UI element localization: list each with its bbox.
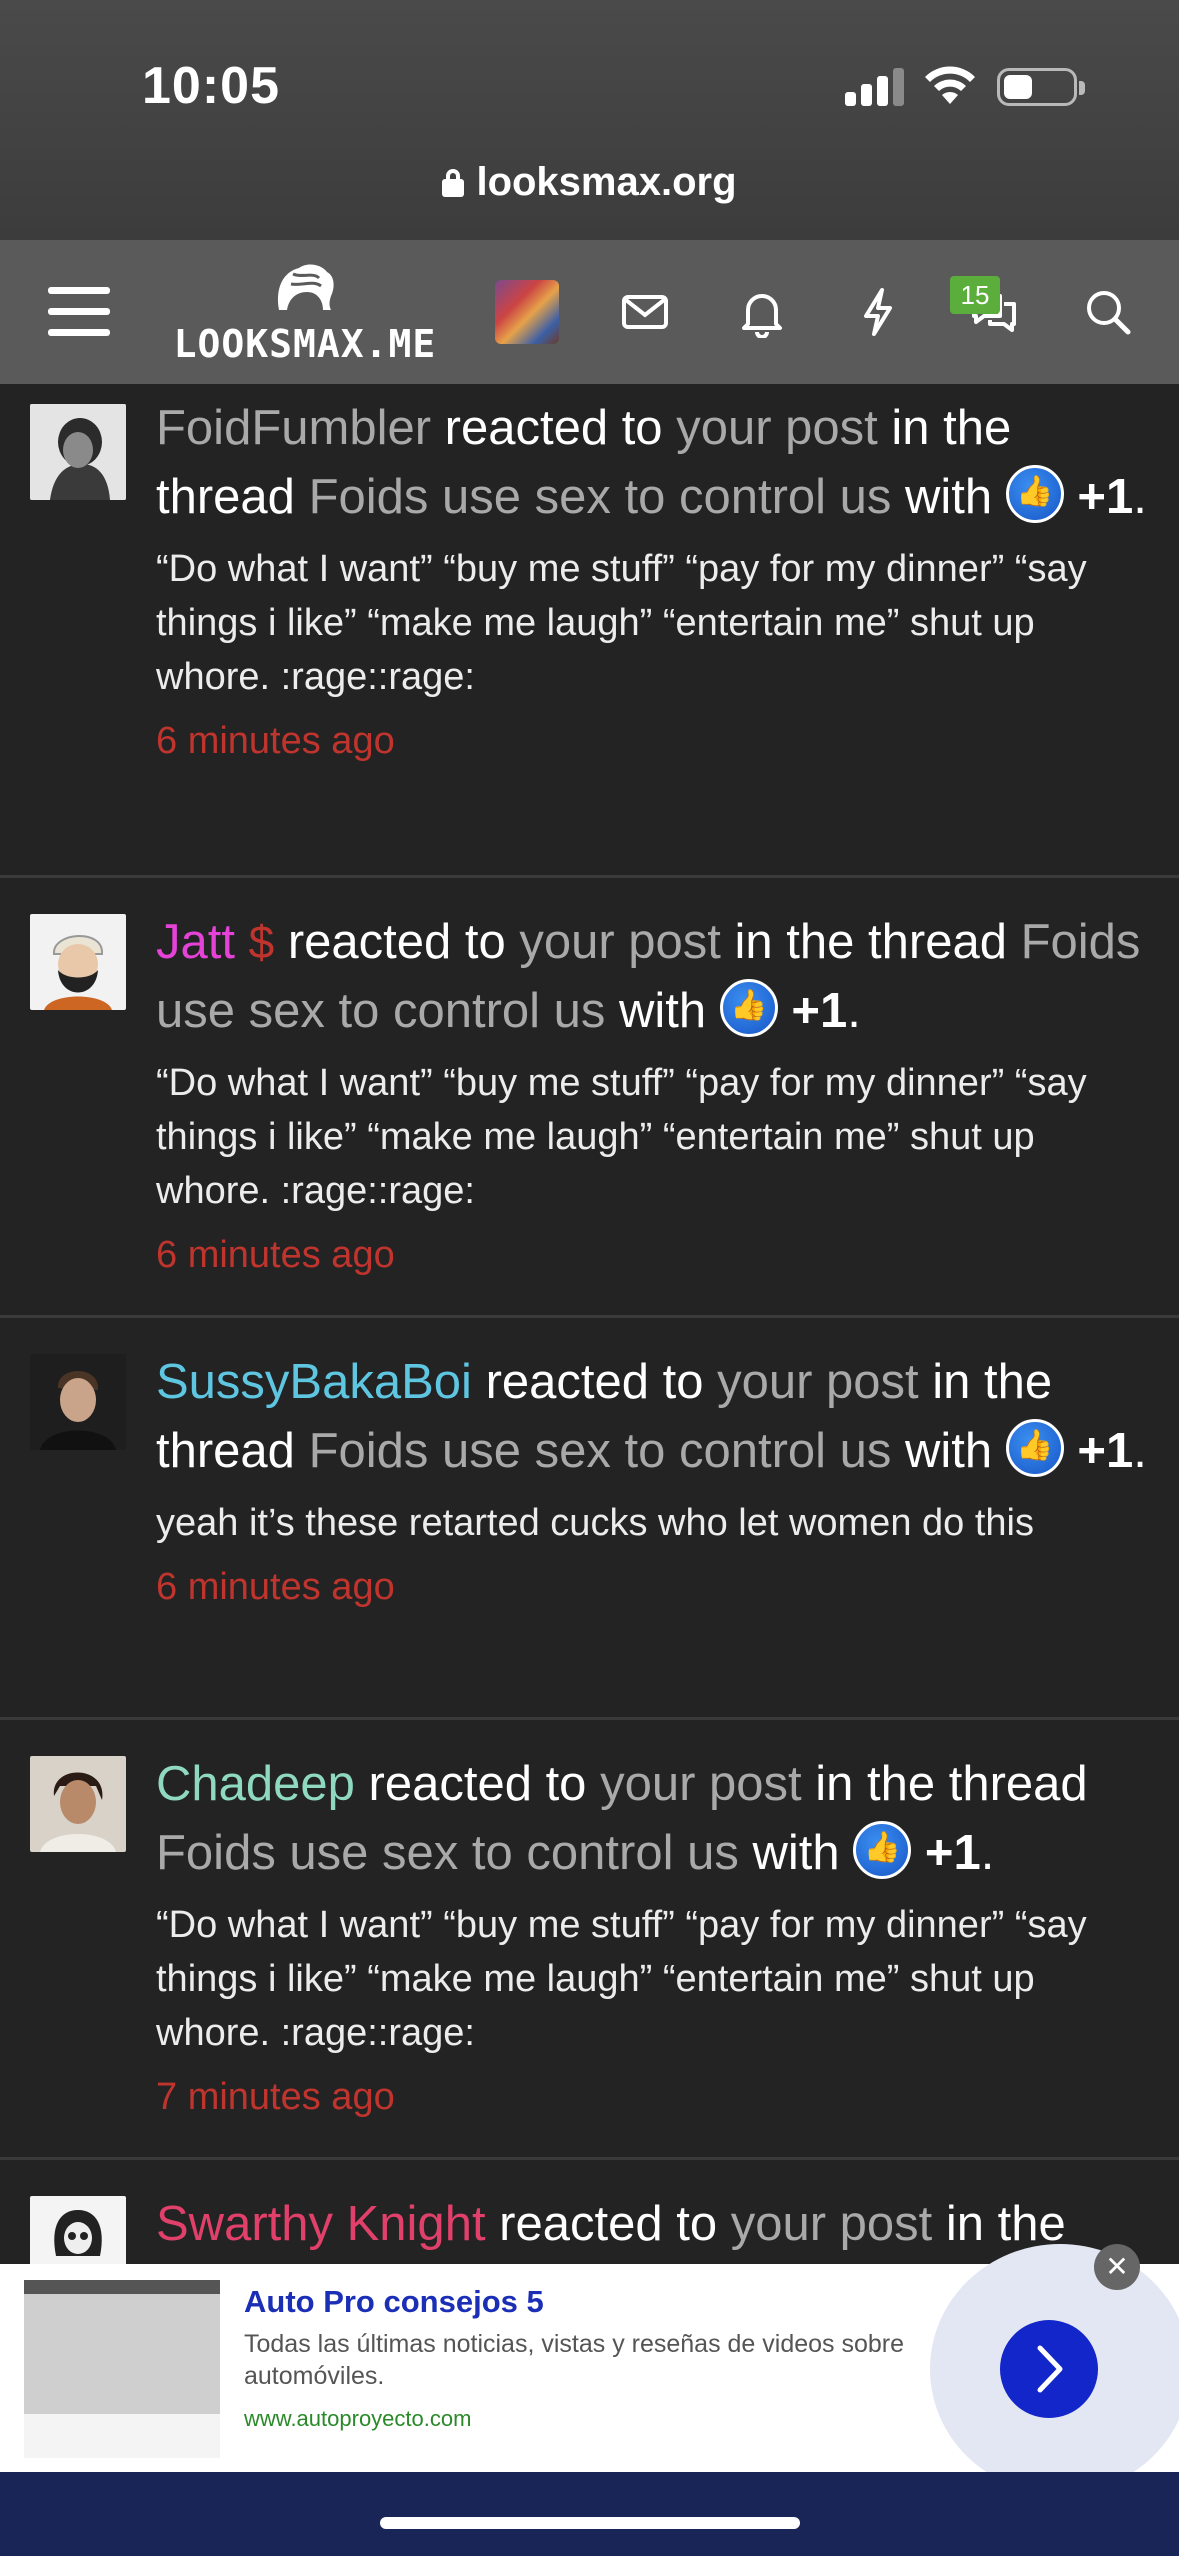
battery-icon (997, 68, 1085, 106)
reaction-label: +1 (1077, 1424, 1134, 1478)
like-reaction-icon (1005, 1419, 1064, 1477)
address-bar[interactable]: looksmax.org (0, 160, 1179, 205)
ad-url[interactable]: www.autoproyecto.com (244, 2406, 471, 2432)
reaction-label: +1 (924, 1826, 981, 1880)
alert-text: Chadeep reacted to your post in the thre… (156, 1750, 1149, 1888)
thread-link[interactable]: Foids use sex to control us (156, 1826, 739, 1880)
like-reaction-icon (719, 979, 778, 1037)
alert-username[interactable]: SussyBakaBoi (156, 1355, 472, 1409)
bottom-bar (0, 2472, 1179, 2556)
thread-link[interactable]: Foids use sex to control us (309, 1424, 892, 1478)
alert-time[interactable]: 6 minutes ago (156, 1560, 1149, 1614)
alert-time[interactable]: 6 minutes ago (156, 1228, 1149, 1282)
reaction-label: +1 (791, 984, 848, 1038)
logo-text: LOOKSMAX.ME (173, 322, 437, 366)
alert-item[interactable]: SussyBakaBoi reacted to your post in the… (0, 1318, 1179, 1720)
alert-text: Jatt $ reacted to your post in the threa… (156, 908, 1149, 1046)
ad-open-button[interactable] (1000, 2320, 1098, 2418)
user-avatar[interactable] (30, 404, 126, 500)
bell-icon[interactable] (736, 286, 788, 338)
site-navbar: LOOKSMAX.ME 15 (0, 240, 1179, 384)
user-avatar[interactable] (30, 1354, 126, 1450)
home-indicator[interactable] (380, 2517, 800, 2529)
your-post-link[interactable]: your post (519, 915, 721, 969)
ad-close-button[interactable]: ✕ (1094, 2244, 1140, 2290)
alert-username[interactable]: Chadeep (156, 1757, 355, 1811)
ad-title[interactable]: Auto Pro consejos 5 (244, 2284, 544, 2320)
search-icon[interactable] (1082, 286, 1134, 338)
alert-snippet: “Do what I want” “buy me stuff” “pay for… (156, 1904, 1087, 2054)
lightning-icon[interactable] (852, 286, 904, 338)
alert-item[interactable]: Chadeep reacted to your post in the thre… (0, 1720, 1179, 2160)
alert-time[interactable]: 7 minutes ago (156, 2070, 1149, 2124)
alert-snippet: “Do what I want” “buy me stuff” “pay for… (156, 548, 1087, 698)
clock: 10:05 (142, 57, 280, 115)
alert-text: FoidFumbler reacted to your post in the … (156, 394, 1149, 532)
alert-item[interactable]: FoidFumbler reacted to your post in the … (0, 384, 1179, 878)
user-avatar[interactable] (30, 1756, 126, 1852)
alerts-list: FoidFumbler reacted to your post in the … (0, 384, 1179, 2360)
alert-snippet: yeah it’s these retarted cucks who let w… (156, 1502, 1034, 1544)
ad-description: Todas las últimas noticias, vistas y res… (244, 2330, 905, 2390)
reaction-label: +1 (1077, 470, 1134, 524)
account-avatar[interactable] (495, 280, 559, 344)
alert-text: SussyBakaBoi reacted to your post in the… (156, 1348, 1149, 1486)
alert-snippet: “Do what I want” “buy me stuff” “pay for… (156, 1062, 1087, 1212)
thread-link[interactable]: Foids use sex to control us (309, 470, 892, 524)
alert-time[interactable]: 6 minutes ago (156, 714, 1149, 768)
alert-username[interactable]: Jatt (156, 915, 235, 969)
supporter-badge: $ (248, 916, 275, 968)
lock-icon (442, 169, 465, 197)
alert-item[interactable]: Jatt $ reacted to your post in the threa… (0, 878, 1179, 1318)
alert-username[interactable]: Swarthy Knight (156, 2197, 486, 2251)
logo-hair-icon (277, 264, 334, 310)
conversations-badge: 15 (950, 276, 1000, 314)
chevron-right-icon (1037, 2345, 1063, 2393)
your-post-link[interactable]: your post (676, 401, 878, 455)
site-logo[interactable]: LOOKSMAX.ME (165, 258, 445, 368)
alert-username[interactable]: FoidFumbler (156, 401, 431, 455)
your-post-link[interactable]: your post (600, 1757, 802, 1811)
menu-icon[interactable] (48, 287, 110, 337)
wifi-icon (925, 66, 975, 104)
mail-icon[interactable] (619, 286, 671, 338)
user-avatar[interactable] (30, 914, 126, 1010)
cellular-signal-icon (845, 66, 905, 106)
your-post-link[interactable]: your post (731, 2197, 933, 2251)
alert-text: Swarthy Knight reacted to your post in t… (156, 2197, 1066, 2251)
your-post-link[interactable]: your post (717, 1355, 919, 1409)
ad-thumbnail[interactable] (24, 2280, 220, 2458)
status-bar: 10:05 looksmax.org (0, 0, 1179, 240)
like-reaction-icon (853, 1821, 912, 1879)
like-reaction-icon (1005, 465, 1064, 523)
url-text: looksmax.org (476, 160, 737, 204)
